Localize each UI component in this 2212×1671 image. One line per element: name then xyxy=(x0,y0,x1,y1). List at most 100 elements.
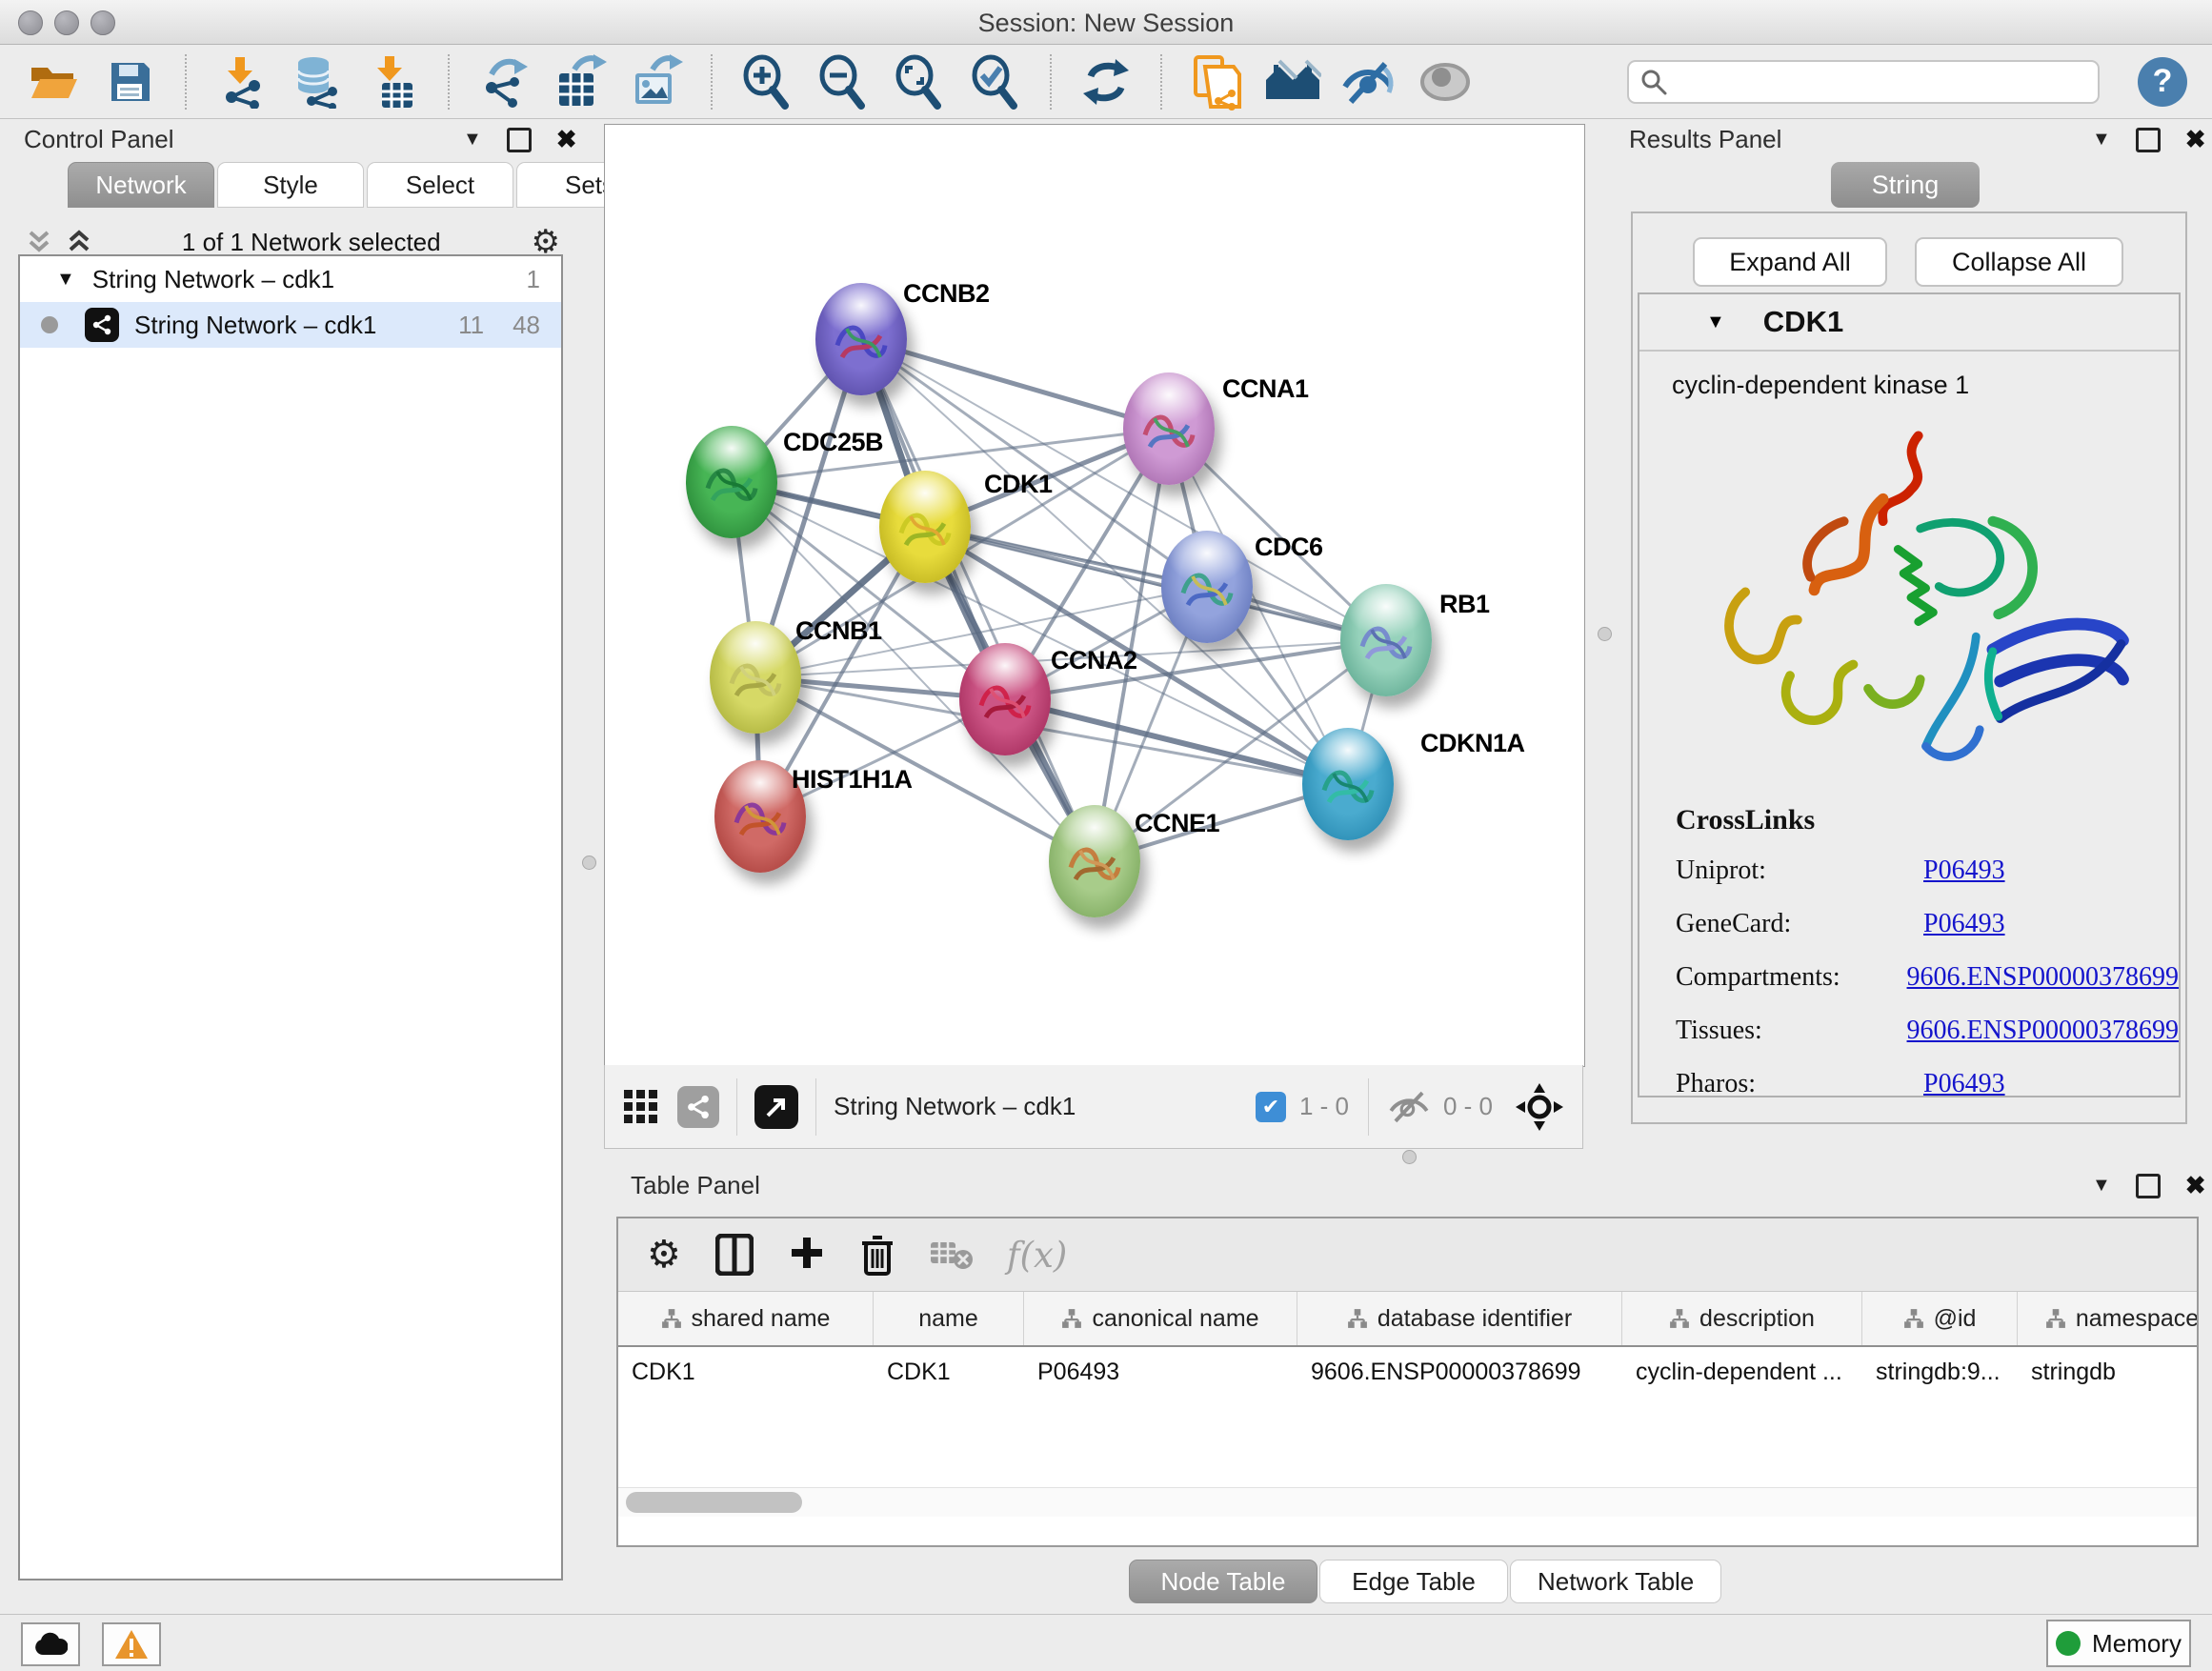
column-header-database-identifier[interactable]: database identifier xyxy=(1297,1292,1622,1345)
import-network-from-file-button[interactable] xyxy=(211,52,271,111)
zoom-fit-button[interactable] xyxy=(890,52,949,111)
disclosure-triangle-icon[interactable]: ▼ xyxy=(1706,312,1725,333)
table-options-gear-icon[interactable]: ⚙ xyxy=(647,1233,681,1277)
close-panel-icon[interactable]: ✖ xyxy=(2185,125,2206,154)
crosslink-link[interactable]: P06493 xyxy=(1923,856,2005,886)
vertical-splitter-handle[interactable] xyxy=(1598,627,1612,641)
open-session-button[interactable] xyxy=(25,52,84,111)
node-ccna2[interactable] xyxy=(959,643,1051,755)
column-header-label: name xyxy=(918,1305,978,1333)
tab-string[interactable]: String xyxy=(1831,162,1980,208)
float-panel-icon[interactable] xyxy=(2136,128,2161,152)
close-panel-icon[interactable]: ✖ xyxy=(2185,1171,2206,1200)
float-panel-icon[interactable] xyxy=(507,128,532,152)
zoom-selected-button[interactable] xyxy=(966,52,1025,111)
column-header-shared-name[interactable]: shared name xyxy=(618,1292,874,1345)
table-cell[interactable]: P06493 xyxy=(1037,1359,1119,1386)
cloud-button[interactable] xyxy=(21,1622,80,1666)
network-canvas[interactable]: CCNB2CCNA1CDC25BCDK1CDC6RB1CCNB1CCNA2CDK… xyxy=(605,125,1584,1066)
zoom-out-button[interactable] xyxy=(814,52,873,111)
hide-selection-button[interactable] xyxy=(1339,52,1398,111)
crosslink-link[interactable]: 9606.ENSP00000378699 xyxy=(1907,962,2179,993)
search-input[interactable] xyxy=(1675,67,2086,96)
zoom-in-button[interactable] xyxy=(737,52,796,111)
memory-button[interactable]: Memory xyxy=(2046,1620,2191,1667)
network-view[interactable]: CCNB2CCNA1CDC25BCDK1CDC6RB1CCNB1CCNA2CDK… xyxy=(604,124,1585,1067)
fit-content-crosshair-icon[interactable] xyxy=(1516,1083,1563,1131)
table-body[interactable]: CDK1 CDK1 P06493 9606.ENSP00000378699 cyclin… xyxy=(618,1347,2197,1517)
tab-network-table[interactable]: Network Table xyxy=(1510,1560,1721,1603)
table-cell[interactable]: CDK1 xyxy=(887,1359,951,1386)
new-network-from-selection-button[interactable] xyxy=(1187,52,1246,111)
create-column-plus-icon[interactable] xyxy=(788,1236,826,1274)
crosslink-link[interactable]: P06493 xyxy=(1923,909,2005,939)
column-header-canonical-name[interactable]: canonical name xyxy=(1024,1292,1297,1345)
table-cell[interactable]: cyclin-dependent ... xyxy=(1636,1359,1842,1386)
column-header-namespace[interactable]: namespace xyxy=(2018,1292,2197,1345)
tab-style[interactable]: Style xyxy=(217,162,364,208)
search-field[interactable] xyxy=(1627,60,2100,104)
network-row[interactable]: String Network – cdk1 11 48 xyxy=(20,302,561,348)
save-session-button[interactable] xyxy=(101,52,160,111)
node-ccnb2[interactable] xyxy=(815,283,907,395)
vertical-splitter-handle[interactable] xyxy=(582,856,596,870)
node-cdk1[interactable] xyxy=(879,471,971,583)
node-label-cdc25b: CDC25B xyxy=(783,428,883,457)
delete-table-icon xyxy=(929,1238,973,1271)
show-columns-icon[interactable] xyxy=(715,1234,754,1276)
collapse-panel-icon[interactable]: ▼ xyxy=(2092,129,2111,151)
crosslink-link[interactable]: P06493 xyxy=(1923,1069,2005,1099)
show-all-button[interactable] xyxy=(1416,52,1475,111)
table-cell[interactable]: CDK1 xyxy=(632,1359,695,1386)
delete-column-trash-icon[interactable] xyxy=(860,1234,895,1276)
selected-checkbox-icon[interactable]: ✔ xyxy=(1256,1092,1286,1122)
column-header--id[interactable]: @id xyxy=(1862,1292,2018,1345)
grid-view-icon[interactable] xyxy=(624,1090,658,1124)
collapse-all-button[interactable]: Collapse All xyxy=(1915,237,2123,287)
node-ccnb1[interactable] xyxy=(710,621,801,734)
expand-all-chevrons-icon[interactable] xyxy=(67,230,91,254)
node-cdkn1a[interactable] xyxy=(1302,728,1394,840)
node-rb1[interactable] xyxy=(1340,584,1432,696)
warning-button[interactable] xyxy=(102,1622,161,1666)
import-table-from-file-button[interactable] xyxy=(364,52,423,111)
tab-edge-table[interactable]: Edge Table xyxy=(1319,1560,1508,1603)
edge-CCNB2-CCNA1[interactable] xyxy=(861,339,1169,429)
table-cell[interactable]: stringdb xyxy=(2031,1359,2116,1386)
apply-preferred-layout-button[interactable] xyxy=(1076,52,1136,111)
column-header-description[interactable]: description xyxy=(1622,1292,1862,1345)
horizontal-splitter-handle[interactable] xyxy=(1402,1150,1417,1164)
control-panel-window-controls: ▼ ✖ xyxy=(463,125,577,154)
import-network-from-database-button[interactable] xyxy=(288,52,347,111)
table-cell[interactable]: 9606.ENSP00000378699 xyxy=(1311,1359,1581,1386)
tab-select[interactable]: Select xyxy=(367,162,513,208)
expand-all-button[interactable]: Expand All xyxy=(1693,237,1887,287)
export-network-button[interactable] xyxy=(474,52,533,111)
close-panel-icon[interactable]: ✖ xyxy=(556,125,577,154)
collapse-panel-icon[interactable]: ▼ xyxy=(463,129,482,151)
column-header-name[interactable]: name xyxy=(874,1292,1024,1345)
tab-node-table[interactable]: Node Table xyxy=(1129,1560,1317,1603)
float-panel-icon[interactable] xyxy=(2136,1174,2161,1198)
network-share-view-icon[interactable] xyxy=(677,1086,719,1128)
node-ccna1[interactable] xyxy=(1123,372,1215,485)
help-button[interactable]: ? xyxy=(2138,57,2187,107)
tab-network[interactable]: Network xyxy=(68,162,214,208)
first-neighbors-button[interactable] xyxy=(1263,52,1322,111)
node-cdc6[interactable] xyxy=(1161,531,1253,643)
network-collection-row[interactable]: ▼ String Network – cdk1 1 xyxy=(20,256,561,302)
gene-card-header[interactable]: ▼ CDK1 xyxy=(1639,294,2179,352)
disclosure-triangle-icon[interactable]: ▼ xyxy=(56,269,75,291)
node-cdc25b[interactable] xyxy=(686,426,777,538)
crosslink-link[interactable]: 9606.ENSP00000378699 xyxy=(1907,1016,2179,1046)
scrollbar-thumb[interactable] xyxy=(626,1492,802,1513)
collapse-all-chevrons-icon[interactable] xyxy=(27,230,51,254)
node-ccne1[interactable] xyxy=(1049,805,1140,917)
birdseye-view-icon[interactable] xyxy=(754,1085,798,1129)
table-cell[interactable]: stringdb:9... xyxy=(1876,1359,2001,1386)
export-image-button[interactable] xyxy=(627,52,686,111)
export-table-button[interactable] xyxy=(551,52,610,111)
horizontal-scrollbar[interactable] xyxy=(618,1487,2197,1517)
edge-count: 48 xyxy=(513,311,540,340)
collapse-panel-icon[interactable]: ▼ xyxy=(2092,1175,2111,1197)
